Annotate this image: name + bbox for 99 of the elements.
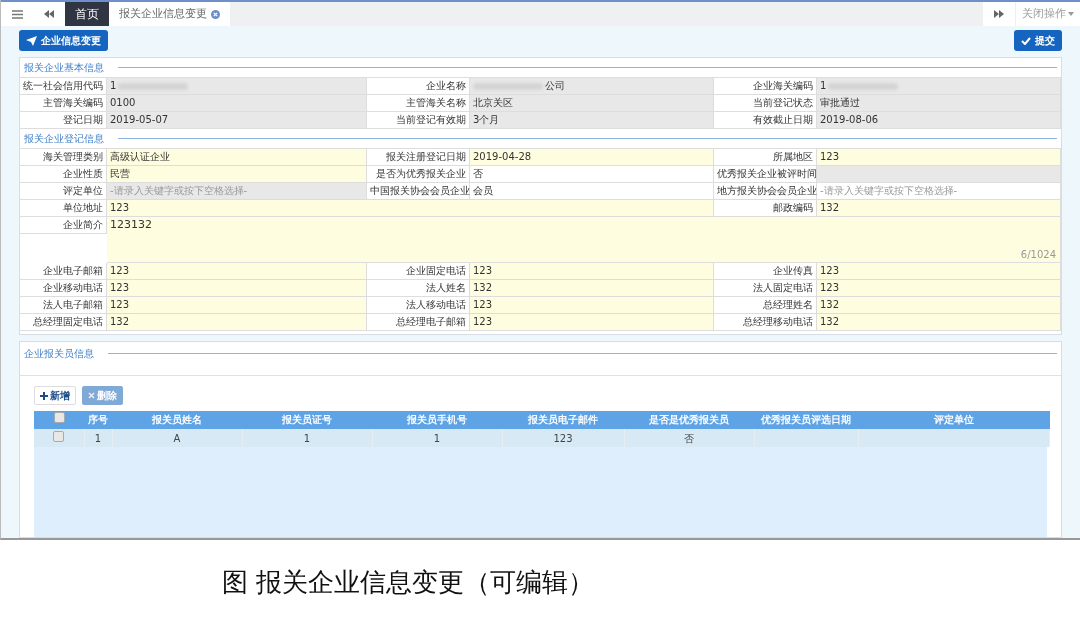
field-label: 企业移动电话 [20, 280, 107, 297]
section-title: 报关企业登记信息 [24, 132, 104, 146]
field-label: 总经理固定电话 [20, 314, 107, 331]
field-label: 企业名称 [367, 78, 470, 95]
input-field[interactable]: 123 [470, 297, 714, 314]
field-label: 所属地区 [714, 149, 817, 166]
field-label: 单位地址 [20, 200, 107, 217]
field-label: 当前登记有效期 [367, 112, 470, 129]
column-header: 报关员电子邮件 [502, 411, 624, 429]
section-title: 报关企业基本信息 [24, 61, 104, 75]
field-label: 有效截止日期 [714, 112, 817, 129]
figure-caption: 图 报关企业信息变更（可编辑） [221, 566, 596, 599]
character-counter: 6/1024 [1020, 249, 1056, 261]
column-header: 序号 [84, 411, 112, 429]
field-label: 评定单位 [20, 183, 107, 200]
input-field: 2019-05-07 [107, 112, 367, 129]
menu-icon[interactable] [11, 9, 23, 19]
field-label: 总经理姓名 [714, 297, 817, 314]
table-cell: 1 [84, 429, 112, 447]
field-label: 企业传真 [714, 263, 817, 280]
table-cell: 否 [624, 429, 754, 447]
input-field: -请录入关键字或按下空格选择- [107, 183, 367, 200]
field-label: 企业固定电话 [367, 263, 470, 280]
input-field: 1 [107, 78, 367, 95]
field-label: 主管海关编码 [20, 95, 107, 112]
field-label: 当前登记状态 [714, 95, 817, 112]
field-label: 法人姓名 [367, 280, 470, 297]
input-field: 0100 [107, 95, 367, 112]
close-icon [88, 392, 95, 399]
input-field[interactable]: 132 [817, 200, 1061, 217]
input-field[interactable]: 123 [470, 314, 714, 331]
field-label: 登记日期 [20, 112, 107, 129]
tab[interactable]: 首页 [65, 2, 109, 26]
close-icon[interactable] [211, 9, 220, 19]
input-field: 北京关区 [470, 95, 714, 112]
paper-plane-icon [26, 35, 37, 46]
input-field[interactable]: 123 [107, 297, 367, 314]
input-field[interactable]: 2019-04-28 [470, 149, 714, 166]
plus-icon [40, 391, 48, 400]
input-field[interactable]: 132 [107, 314, 367, 331]
input-field[interactable]: 高级认证企业 [107, 149, 367, 166]
double-right-icon[interactable] [994, 10, 1004, 18]
input-field: 1 [817, 78, 1061, 95]
input-field: 2019-08-06 [817, 112, 1061, 129]
caret-icon [1068, 12, 1074, 16]
field-label: 地方报关协会会员企业 [714, 183, 817, 200]
input-field[interactable]: 132 [470, 280, 714, 297]
table-cell: 123 [502, 429, 624, 447]
input-field[interactable]: 民营 [107, 166, 367, 183]
field-label: 优秀报关企业被评时间 [714, 166, 817, 183]
table-cell: 1 [372, 429, 502, 447]
field-label: 海关管理类别 [20, 149, 107, 166]
input-field[interactable]: 123 [817, 149, 1061, 166]
input-field[interactable]: 123 [107, 200, 714, 217]
checkbox[interactable] [53, 412, 65, 424]
tab[interactable]: 报关企业信息变更 [109, 2, 230, 26]
double-left-icon[interactable] [44, 10, 54, 18]
field-label: 总经理移动电话 [714, 314, 817, 331]
submit-button[interactable]: 提交 [1014, 30, 1062, 51]
field-label: 邮政编码 [714, 200, 817, 217]
column-header: 报关员姓名 [112, 411, 242, 429]
column-header: 优秀报关员评选日期 [754, 411, 858, 429]
field-label: 统一社会信用代码 [20, 78, 107, 95]
input-field[interactable]: 123 [107, 280, 367, 297]
input-field: 3个月 [470, 112, 714, 129]
field-label: 总经理电子邮箱 [367, 314, 470, 331]
input-field[interactable]: 123 [817, 280, 1061, 297]
input-field: 审批通过 [817, 95, 1061, 112]
field-label: 企业性质 [20, 166, 107, 183]
table-cell: 1 [242, 429, 372, 447]
input-field[interactable]: 123 [107, 263, 367, 280]
check-icon [1021, 36, 1031, 45]
input-field[interactable]: 132 [817, 297, 1061, 314]
input-field[interactable]: 否 [470, 166, 714, 183]
field-label: 法人电子邮箱 [20, 297, 107, 314]
input-field[interactable]: 会员 [470, 183, 714, 200]
input-field: 公司 [470, 78, 714, 95]
field-label: 中国报关协会会员企业 [367, 183, 470, 200]
column-header: 是否是优秀报关员 [624, 411, 754, 429]
field-label: 企业海关编码 [714, 78, 817, 95]
column-header: 报关员证号 [242, 411, 372, 429]
column-header: 报关员手机号 [372, 411, 502, 429]
column-header: 评定单位 [858, 411, 1050, 429]
section-title: 企业报关员信息 [24, 347, 94, 361]
checkbox[interactable] [53, 430, 65, 442]
input-field[interactable]: 123 [817, 263, 1061, 280]
field-label: 主管海关名称 [367, 95, 470, 112]
field-label: 企业简介 [20, 217, 107, 234]
field-label: 法人移动电话 [367, 297, 470, 314]
text-area[interactable]: 123132 6/1024 [107, 217, 1061, 263]
input-field[interactable]: 132 [817, 314, 1061, 331]
table-cell: A [112, 429, 242, 447]
change-button[interactable]: 企业信息变更 [19, 30, 108, 51]
field-label: 是否为优秀报关企业 [367, 166, 470, 183]
input-field[interactable]: 123 [470, 263, 714, 280]
add-button[interactable]: 新增 [34, 386, 76, 405]
field-label: 企业电子邮箱 [20, 263, 107, 280]
field-label: 法人固定电话 [714, 280, 817, 297]
field-label: 报关注册登记日期 [367, 149, 470, 166]
